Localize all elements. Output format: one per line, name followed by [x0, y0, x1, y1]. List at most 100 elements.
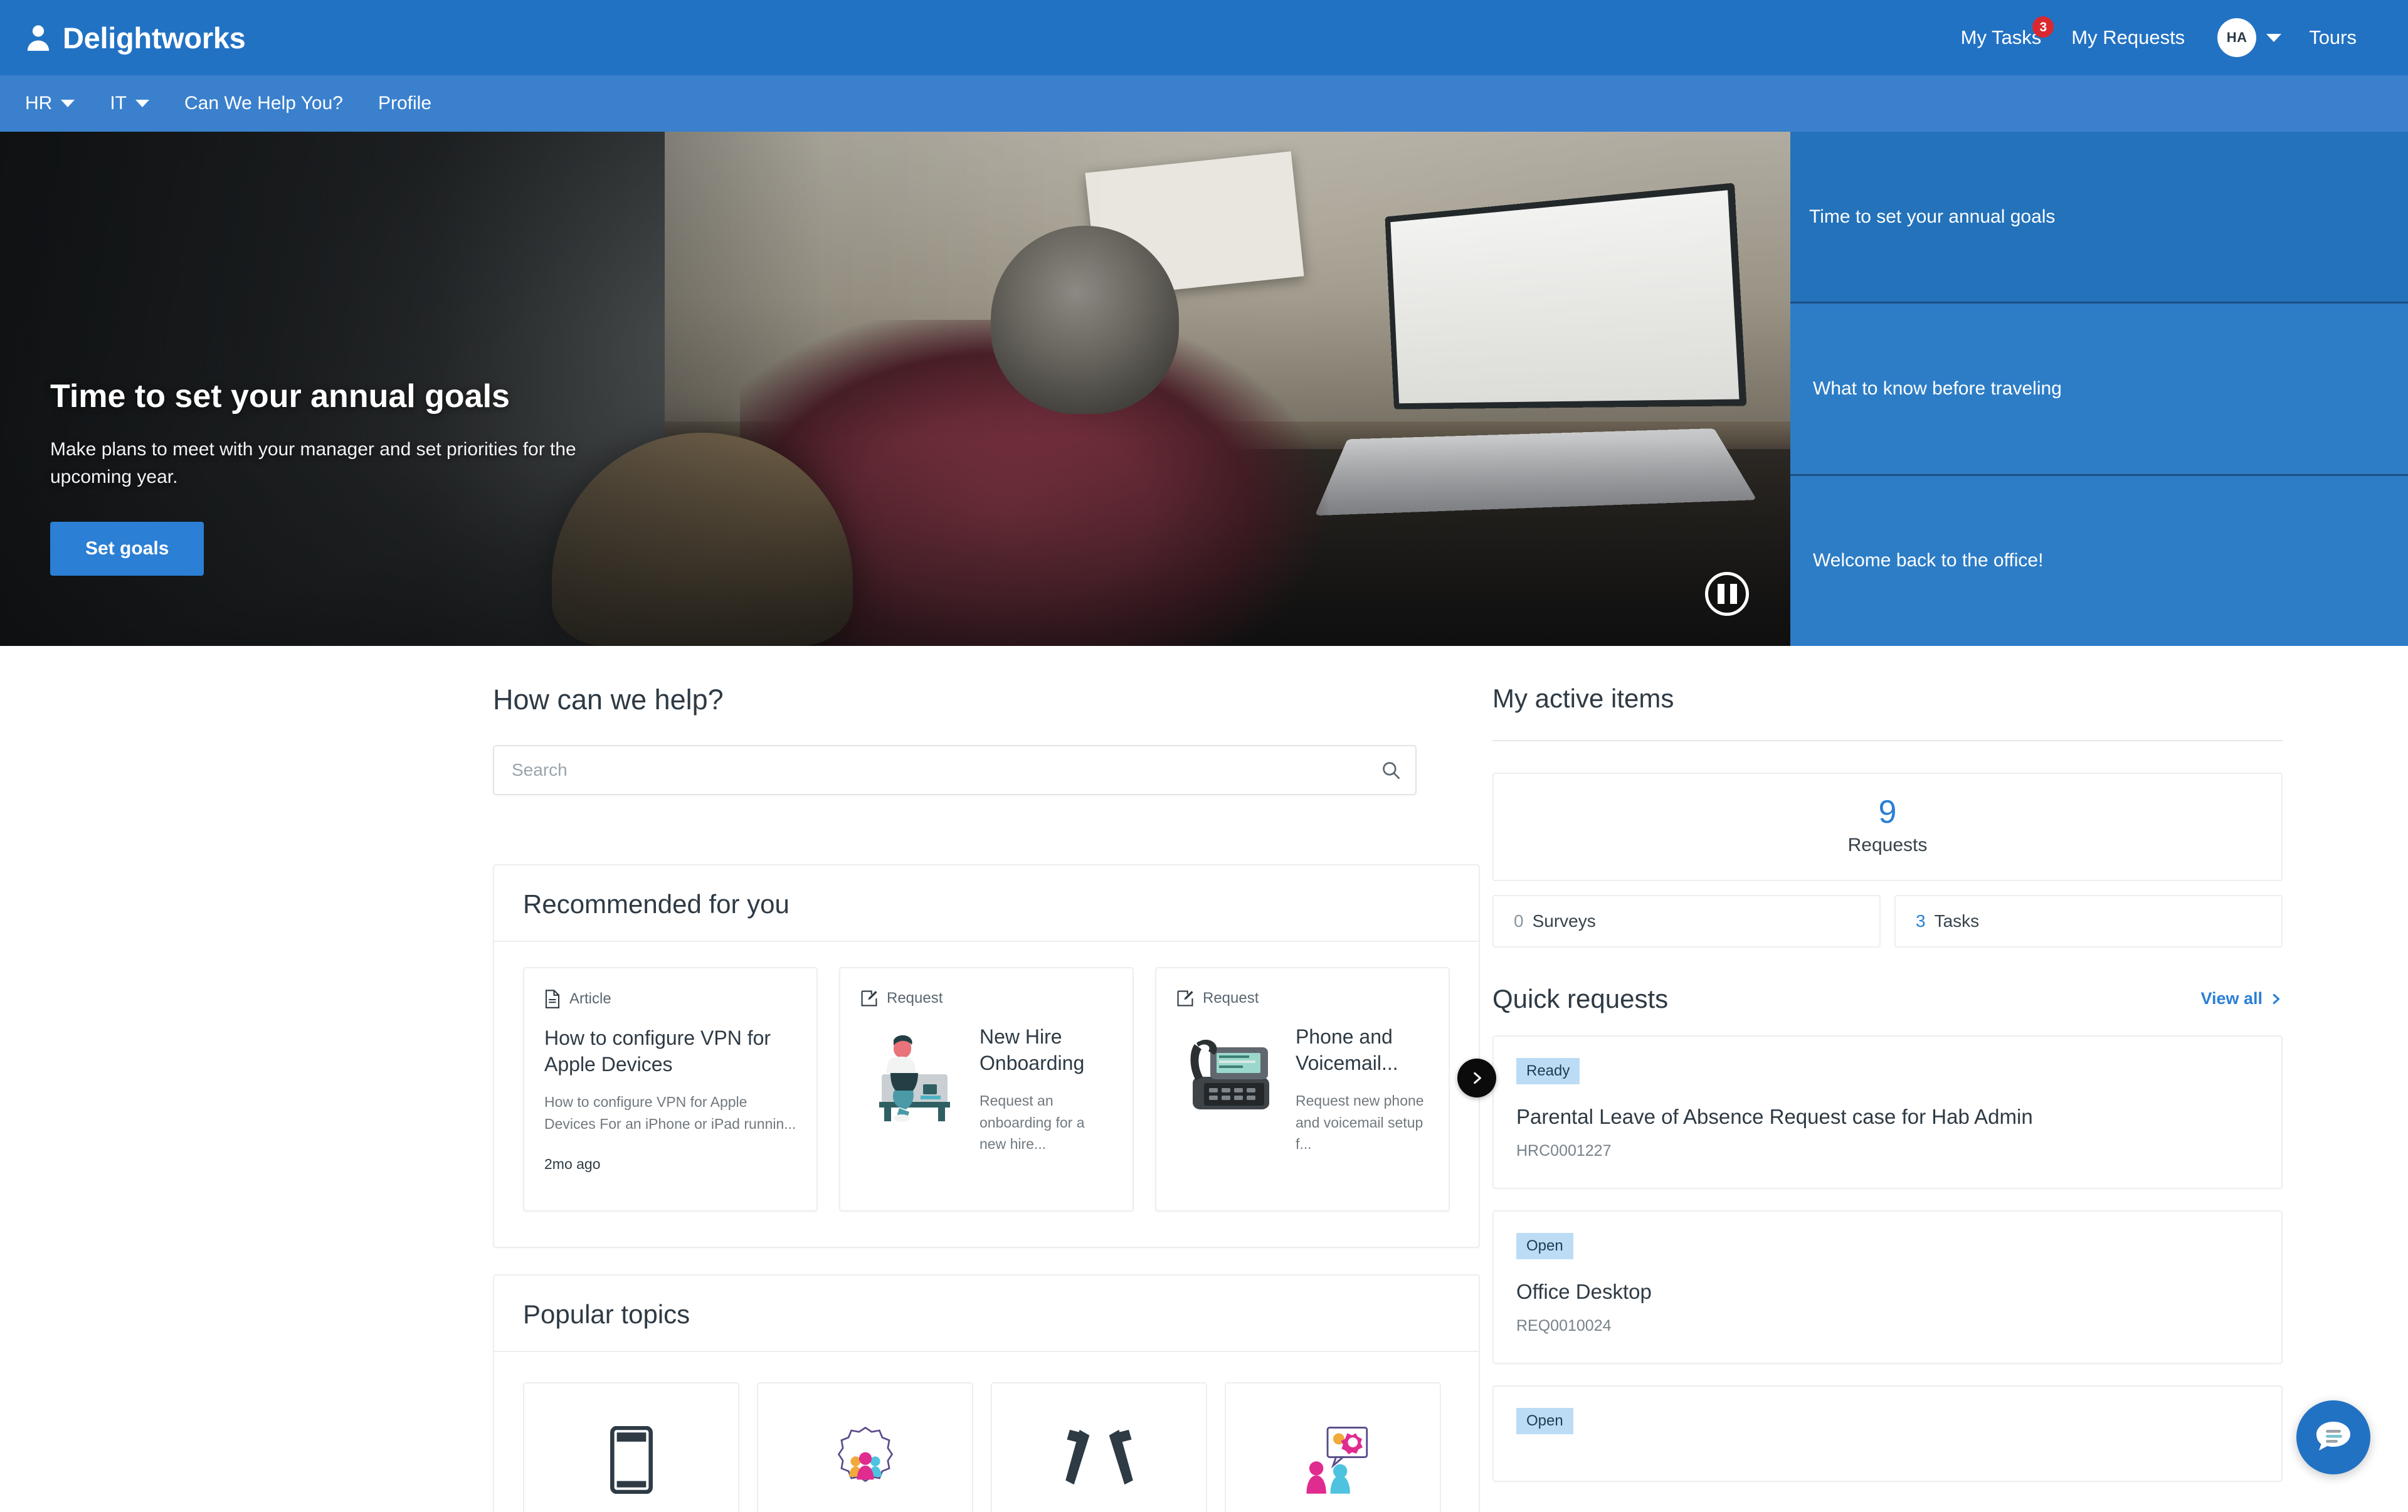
- user-menu[interactable]: HA: [2200, 18, 2294, 57]
- search-input[interactable]: [494, 760, 1366, 780]
- request-name: Parental Leave of Absence Request case f…: [1516, 1104, 2033, 1128]
- hero-rail-item-2[interactable]: Welcome back to the office!: [1790, 476, 2408, 646]
- topic-icon-wrap: [1296, 1422, 1370, 1498]
- document-icon: [545, 990, 560, 1008]
- recommended-card[interactable]: Request: [839, 967, 1134, 1212]
- active-items-heading: My active items: [1492, 684, 1674, 713]
- tours-link[interactable]: Tours: [2294, 26, 2372, 49]
- primary-navigation: HR IT Can We Help You? Profile: [0, 75, 2408, 132]
- search-bar[interactable]: [493, 745, 1417, 795]
- requests-label: Requests: [1847, 834, 1928, 855]
- card-type-label: Article: [569, 990, 611, 1007]
- hero-subtitle: Make plans to meet with your manager and…: [50, 439, 576, 487]
- card-text: Phone and Voicemail... Request new phone…: [1296, 1023, 1428, 1155]
- right-column: My active items 9 Requests 0 Surveys 3 T…: [1480, 684, 2408, 1512]
- topic-icon-wrap: [830, 1422, 900, 1498]
- card-text: How to configure VPN for Apple Devices H…: [544, 1025, 796, 1173]
- requests-stat-card[interactable]: 9 Requests: [1492, 773, 2283, 881]
- my-tasks-badge: 3: [2032, 16, 2054, 38]
- recommended-card[interactable]: Request: [1155, 967, 1450, 1212]
- recommended-card[interactable]: Article How to configure VPN for Apple D…: [523, 967, 818, 1212]
- recommended-next-button[interactable]: [1457, 1059, 1496, 1097]
- help-heading: How can we help?: [493, 684, 724, 716]
- nav-item-can-we-help-you[interactable]: Can We Help You?: [184, 93, 361, 114]
- topic-card-talent[interactable]: Talent: [757, 1382, 973, 1512]
- nav-item-label: HR: [25, 93, 53, 114]
- nav-item-profile[interactable]: Profile: [378, 93, 449, 114]
- request-edit-icon: [1177, 990, 1193, 1007]
- popular-topics-title: Popular topics: [523, 1299, 690, 1329]
- status-badge: Ready: [1516, 1057, 1580, 1084]
- card-type-label: Request: [887, 990, 943, 1007]
- nav-item-hr[interactable]: HR: [25, 93, 92, 114]
- nav-item-label: Can We Help You?: [184, 93, 343, 114]
- card-inner: Phone and Voicemail... Request new phone…: [1176, 1023, 1428, 1155]
- hero-rail-item-0[interactable]: Time to set your annual goals: [1790, 132, 2408, 304]
- quick-request-card[interactable]: Ready Parental Leave of Absence Request …: [1492, 1035, 2283, 1189]
- person-at-desk-icon: [879, 1035, 950, 1122]
- card-title: New Hire Onboarding: [980, 1025, 1085, 1075]
- request-name: Office Desktop: [1516, 1279, 1652, 1303]
- topic-card-it-for-it[interactable]: IT for IT: [1225, 1382, 1441, 1512]
- quick-request-card[interactable]: Open: [1492, 1385, 2283, 1483]
- chevron-down-icon: [61, 100, 75, 107]
- hero-rail-item-1[interactable]: What to know before traveling: [1790, 304, 2408, 476]
- talent-gear-people-icon: [837, 1426, 893, 1483]
- chevron-down-icon: [135, 100, 150, 107]
- topic-card-row: Phones and: [523, 1377, 1450, 1512]
- nav-item-it[interactable]: IT: [110, 93, 167, 114]
- card-description: Request an onboarding for a new hire...: [980, 1092, 1085, 1153]
- tasks-stat-card[interactable]: 3 Tasks: [1894, 894, 2283, 948]
- hero-rail-label: Time to set your annual goals: [1809, 206, 2056, 227]
- popular-topics-panel: Popular topics Phones and: [493, 1274, 1480, 1512]
- card-thumbnail: [860, 1023, 966, 1129]
- hero-rail-label: What to know before traveling: [1813, 378, 2062, 399]
- hero-copy: Time to set your annual goals Make plans…: [50, 378, 677, 576]
- card-title: How to configure VPN for Apple Devices: [544, 1027, 771, 1076]
- card-type-label: Request: [1203, 990, 1259, 1007]
- chat-launcher-button[interactable]: [2296, 1400, 2370, 1474]
- avatar: HA: [2217, 18, 2257, 57]
- surveys-label: Surveys: [1532, 911, 1596, 931]
- topic-icon-wrap: [610, 1422, 653, 1498]
- brand-name: Delightworks: [63, 21, 246, 55]
- popular-topics-header: Popular topics: [494, 1276, 1479, 1352]
- view-all-label: View all: [2200, 989, 2263, 1008]
- topic-icon-wrap: [1064, 1422, 1134, 1498]
- recommended-card-row: Article How to configure VPN for Apple D…: [523, 967, 1450, 1212]
- card-thumbnail: [1176, 1023, 1282, 1129]
- hero-slide-active: Time to set your annual goals Make plans…: [0, 132, 1790, 646]
- surveys-stat-card[interactable]: 0 Surveys: [1492, 894, 1881, 948]
- hero-slide-rail: Time to set your annual goals What to kn…: [1790, 132, 2408, 646]
- search-icon: [1383, 762, 1400, 780]
- left-column: How can we help? Recommended for you: [0, 684, 1496, 1512]
- quick-requests-title: Quick requests: [1492, 983, 1669, 1013]
- status-badge: Open: [1516, 1232, 1573, 1259]
- surveys-count: 0: [1514, 911, 1524, 931]
- mobile-phone-icon: [610, 1426, 653, 1494]
- brand-logo[interactable]: Delightworks: [25, 21, 246, 55]
- carousel-pause-button[interactable]: [1705, 572, 1749, 616]
- nav-item-label: IT: [110, 93, 127, 114]
- quick-request-card[interactable]: Open Office Desktop REQ0010024: [1492, 1210, 2283, 1365]
- hero-title: Time to set your annual goals: [50, 378, 510, 415]
- topic-card-phones[interactable]: Phones and: [523, 1382, 739, 1512]
- my-tasks-link[interactable]: My Tasks 3: [1946, 16, 2057, 49]
- topic-card-hardware-issues[interactable]: Hardware Issues: [991, 1382, 1207, 1512]
- card-inner: How to configure VPN for Apple Devices H…: [544, 1025, 796, 1173]
- my-requests-link[interactable]: My Requests: [2056, 26, 2200, 49]
- card-date: 2mo ago: [544, 1156, 601, 1173]
- hammer-wrench-icon: [1065, 1429, 1133, 1485]
- card-type: Request: [1176, 990, 1428, 1007]
- status-badge: Open: [1516, 1408, 1573, 1435]
- chevron-down-icon: [2266, 33, 2282, 42]
- set-goals-button[interactable]: Set goals: [50, 522, 204, 576]
- card-description: Request new phone and voicemail setup f.…: [1296, 1092, 1424, 1153]
- card-inner: New Hire Onboarding Request an onboardin…: [860, 1023, 1112, 1155]
- search-button[interactable]: [1366, 746, 1415, 794]
- divider: [1492, 740, 2283, 741]
- requests-count: 9: [1878, 794, 1897, 830]
- card-type: Article: [544, 990, 796, 1008]
- top-header-bar: Delightworks My Tasks 3 My Requests HA T…: [0, 0, 2408, 75]
- view-all-link[interactable]: View all: [2200, 989, 2283, 1008]
